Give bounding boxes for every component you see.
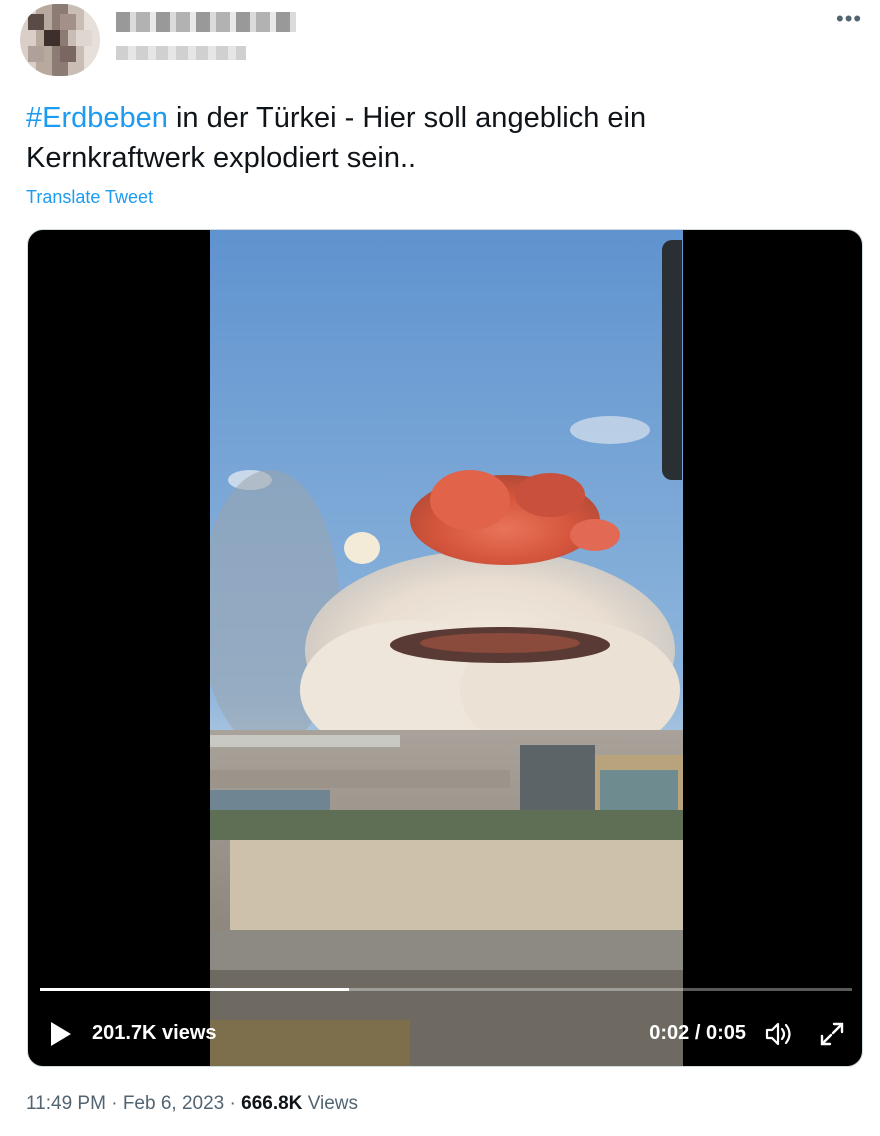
tweet-text-line2: Kernkraftwerk explodiert sein.. [26, 142, 417, 174]
fullscreen-icon[interactable] [818, 1020, 846, 1048]
avatar[interactable] [20, 4, 100, 76]
play-icon[interactable] [48, 1020, 74, 1048]
views-word: Views [307, 1093, 359, 1114]
tweet-time[interactable]: 11:49 PM [26, 1093, 106, 1114]
hashtag-link[interactable]: #Erdbeben [26, 102, 168, 134]
video-controls: 201.7K views 0:02 / 0:05 [28, 1010, 862, 1058]
tweet-text-line1: in der Türkei - Hier soll angeblich ein [167, 102, 647, 134]
views-count: 666.8K [241, 1093, 303, 1114]
video-frame[interactable] [210, 230, 683, 1066]
display-name-redacted[interactable] [116, 12, 296, 32]
tweet-text: #Erdbeben in der Türkei - Hier soll ange… [26, 98, 846, 178]
time-label: 0:02 / 0:05 [649, 1022, 746, 1044]
video-player[interactable]: 201.7K views 0:02 / 0:05 [27, 229, 863, 1067]
meta-separator: · [229, 1093, 236, 1114]
meta-separator: · [111, 1093, 118, 1114]
explosion-video-still [210, 230, 683, 1066]
tweet-meta: 11:49 PM · Feb 6, 2023 · 666.8K Views [26, 1093, 358, 1115]
progress-bar[interactable] [40, 988, 852, 991]
volume-icon[interactable] [764, 1020, 794, 1048]
side-object [662, 240, 682, 480]
translate-tweet-link[interactable]: Translate Tweet [26, 187, 153, 208]
more-icon[interactable]: ••• [836, 8, 862, 32]
progress-fill [40, 988, 349, 991]
tweet-date[interactable]: Feb 6, 2023 [123, 1093, 224, 1114]
views-label: 201.7K views [92, 1022, 217, 1044]
handle-redacted[interactable] [116, 46, 246, 60]
